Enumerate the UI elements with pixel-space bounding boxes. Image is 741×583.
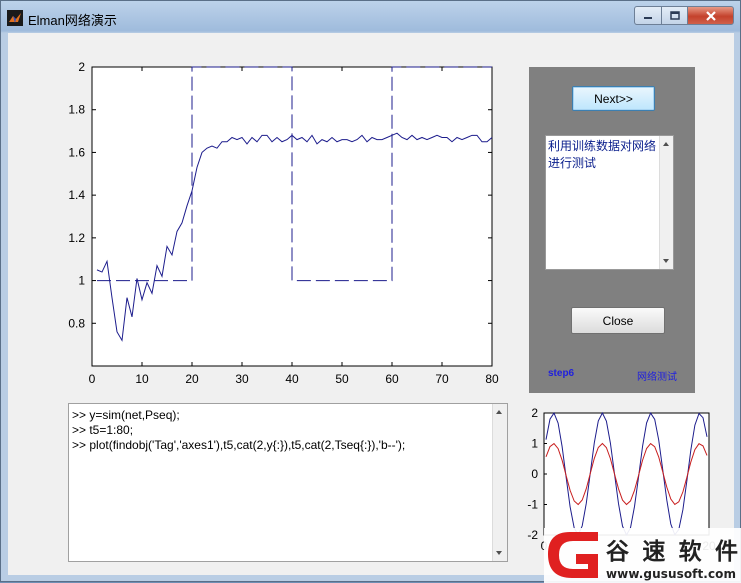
y-tick-label: 1.4 (68, 188, 85, 202)
maximize-button[interactable] (661, 6, 688, 25)
y-tick-label: 1.2 (68, 231, 85, 245)
console-line: >> t5=1:80; (72, 423, 134, 437)
y-tick-label: 1.8 (68, 103, 85, 117)
maximize-icon (669, 11, 680, 20)
command-console[interactable]: >> y=sim(net,Pseq); >> t5=1:80; >> plot(… (68, 403, 508, 562)
scroll-down-icon[interactable] (663, 259, 669, 263)
y-tick-label: 2 (531, 406, 538, 420)
y-tick-label: -2 (527, 528, 538, 542)
next-button[interactable]: Next>> (572, 86, 655, 111)
x-tick-label: 30 (235, 372, 249, 386)
y-tick-label: 1 (78, 274, 85, 288)
minimize-icon (644, 16, 652, 19)
y-tick-label: 1.6 (68, 145, 85, 159)
listbox-scrollbar[interactable] (659, 136, 673, 269)
y-tick-label: -1 (527, 498, 538, 512)
window-title: Elman网络演示 (28, 13, 117, 28)
x-tick-label: 50 (335, 372, 349, 386)
scroll-down-icon[interactable] (496, 551, 502, 555)
close-window-button[interactable] (687, 6, 734, 25)
y-tick-label: 0 (531, 467, 538, 481)
blue-series-line (545, 411, 708, 537)
y-tick-label: 2 (78, 60, 85, 74)
x-tick-label: 60 (385, 372, 399, 386)
x-tick-label: 80 (485, 372, 499, 386)
app-window: Elman网络演示 0 10 20 30 40 50 60 70 80 0.8 1 1.2 1.4 1.6… (0, 0, 741, 583)
console-scrollbar[interactable] (492, 404, 507, 561)
x-tick-label: 10 (135, 372, 149, 386)
y-tick-label: 0.8 (68, 316, 85, 330)
close-icon (705, 10, 716, 21)
console-line: >> plot(findobj('Tag','axes1'),t5,cat(2,… (72, 438, 406, 452)
figure-area: 0 10 20 30 40 50 60 70 80 0.8 1 1.2 1.4 1.6 1.8 2 Next>… (8, 33, 734, 575)
control-panel: Next>> 利用训练数据对网络进行测试 Close step6 网络测试 (529, 67, 695, 393)
close-button[interactable]: Close (571, 307, 665, 334)
small-plot-area (543, 412, 710, 536)
minimize-button[interactable] (634, 6, 662, 25)
svg-text:www.gususoft.com: www.gususoft.com (606, 567, 736, 581)
x-tick-label: 70 (435, 372, 449, 386)
info-text: 利用训练数据对网络进行测试 (548, 139, 657, 170)
info-listbox[interactable]: 利用训练数据对网络进行测试 (545, 135, 674, 270)
x-tick-label: 20 (185, 372, 199, 386)
x-tick-label: 0 (89, 372, 96, 386)
network-test-label: 网络测试 (637, 372, 677, 383)
red-series-line (545, 442, 708, 506)
y-tick-label: 1 (531, 437, 538, 451)
watermark-logo: 谷速软件 www.gususoft.com (544, 528, 741, 583)
matlab-icon (7, 10, 23, 26)
scroll-up-icon[interactable] (496, 410, 502, 414)
main-axes[interactable]: 0 10 20 30 40 50 60 70 80 0.8 1 1.2 1.4 1.6 1.8 2 (8, 33, 528, 403)
scroll-up-icon[interactable] (663, 142, 669, 146)
console-line: >> y=sim(net,Pseq); (72, 408, 180, 422)
title-bar[interactable]: Elman网络演示 (1, 1, 740, 33)
x-tick-label: 40 (285, 372, 299, 386)
step-label: step6 (548, 368, 575, 379)
